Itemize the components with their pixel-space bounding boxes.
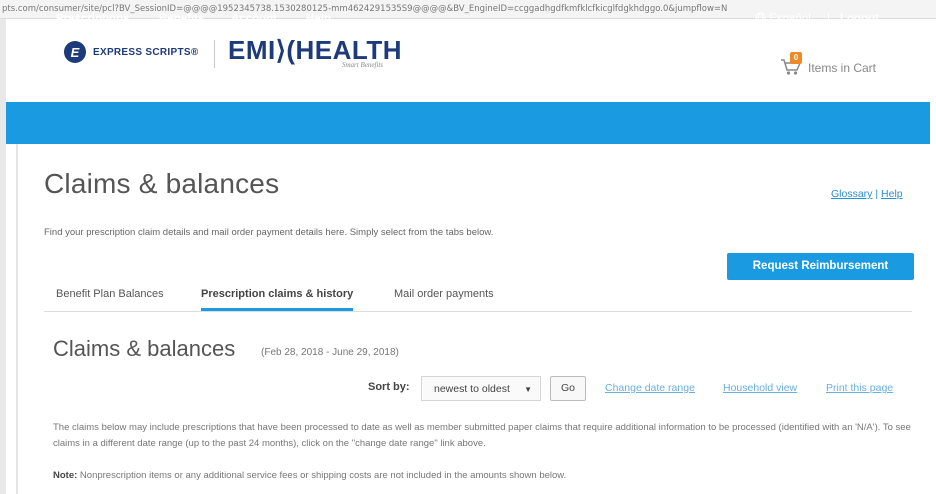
note-body: Nonprescription items or any additional … bbox=[77, 470, 567, 481]
cart-link[interactable]: 0 Items in Cart bbox=[780, 52, 877, 78]
nav-help[interactable]: Help bbox=[306, 0, 331, 42]
note-label: Note: bbox=[53, 470, 78, 481]
cart-count-badge: 0 bbox=[790, 52, 802, 64]
claims-tabs: Benefit Plan Balances Prescription claim… bbox=[44, 282, 912, 312]
go-button[interactable]: Go bbox=[550, 376, 586, 401]
cart-label: Items in Cart bbox=[808, 61, 877, 75]
emi-health-tagline: Smart Benefits bbox=[342, 61, 384, 69]
logo-divider bbox=[214, 40, 215, 68]
section-title: Claims & balances bbox=[53, 336, 236, 361]
nav-separator: | bbox=[827, 13, 830, 25]
utility-links: Glossary | Help bbox=[831, 188, 903, 200]
globe-icon bbox=[755, 12, 769, 25]
dropdown-caret-icon: ▼ bbox=[524, 385, 532, 394]
express-scripts-logo[interactable]: E EXPRESS SCRIPTS® bbox=[64, 41, 199, 63]
language-label: Español bbox=[769, 13, 811, 25]
help-link[interactable]: Help bbox=[881, 188, 903, 200]
nav-benefits[interactable]: Benefits bbox=[159, 0, 204, 42]
language-toggle[interactable]: Español bbox=[755, 0, 811, 42]
glossary-link[interactable]: Glossary bbox=[831, 188, 872, 200]
page-title: Claims & balances bbox=[44, 168, 280, 199]
nav-account[interactable]: Account bbox=[231, 0, 277, 42]
note-text: Note: Nonprescription items or any addit… bbox=[53, 470, 566, 481]
main-nav bbox=[6, 102, 930, 144]
nav-prescriptions[interactable]: Prescriptions bbox=[56, 0, 130, 42]
logout-link[interactable]: Logout bbox=[840, 0, 879, 42]
household-view-link[interactable]: Household view bbox=[723, 382, 797, 394]
tab-prescription-claims-history[interactable]: Prescription claims & history bbox=[201, 288, 354, 311]
express-scripts-emblem-icon: E bbox=[64, 41, 86, 63]
print-page-link[interactable]: Print this page bbox=[826, 382, 893, 394]
sort-selected-value: newest to oldest bbox=[434, 383, 510, 395]
shopping-cart-icon: 0 bbox=[780, 52, 804, 78]
utility-link-separator: | bbox=[875, 188, 879, 200]
intro-text: Find your prescription claim details and… bbox=[44, 227, 494, 238]
sort-select[interactable]: newest to oldest ▼ bbox=[421, 376, 541, 401]
express-scripts-wordmark: EXPRESS SCRIPTS® bbox=[93, 46, 199, 58]
claims-info-paragraph: The claims below may include prescriptio… bbox=[53, 422, 911, 449]
tab-mail-order-payments[interactable]: Mail order payments bbox=[394, 288, 494, 308]
change-date-range-link[interactable]: Change date range bbox=[605, 382, 695, 394]
date-range-label: (Feb 28, 2018 - June 29, 2018) bbox=[261, 347, 399, 358]
sort-label: Sort by: bbox=[368, 381, 410, 393]
tab-benefit-plan-balances[interactable]: Benefit Plan Balances bbox=[56, 288, 164, 308]
request-reimbursement-button[interactable]: Request Reimbursement bbox=[727, 253, 914, 280]
